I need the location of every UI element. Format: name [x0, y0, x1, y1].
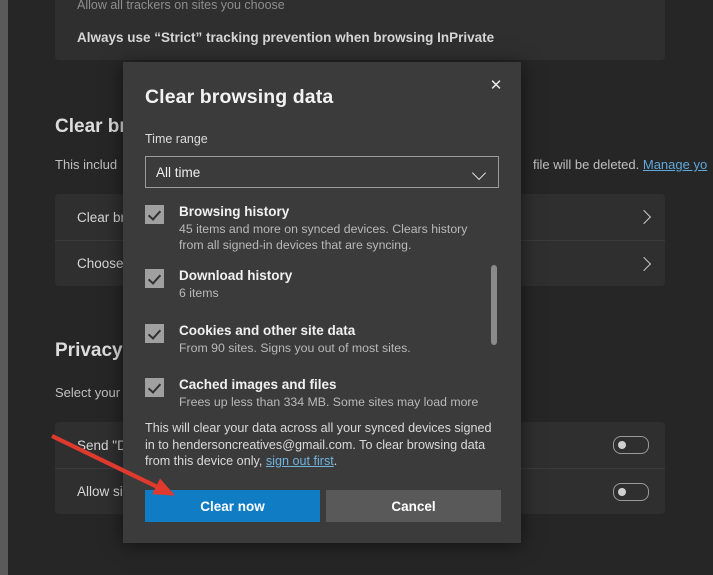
- clear-browsing-data-description-left: This includ: [55, 157, 118, 172]
- row-label: Allow si: [77, 484, 123, 499]
- sign-out-first-link[interactable]: sign out first: [266, 454, 334, 468]
- option-cached-images-and-files[interactable]: Cached images and files Frees up less th…: [145, 376, 485, 411]
- left-rail: [0, 0, 8, 575]
- sync-notice-part2: .: [333, 454, 338, 468]
- option-title: Browsing history: [179, 204, 290, 219]
- option-description: 6 items: [179, 286, 219, 300]
- description-right-text: file will be deleted.: [533, 157, 640, 172]
- close-icon[interactable]: ✕: [479, 70, 513, 100]
- clear-browsing-data-description-right: file will be deleted. Manage yo: [533, 157, 707, 172]
- option-description: Frees up less than 334 MB. Some sites ma…: [179, 395, 479, 409]
- option-title: Download history: [179, 268, 293, 283]
- chevron-down-icon: [471, 165, 487, 181]
- checkbox-cached-images-and-files[interactable]: [145, 378, 164, 397]
- time-range-value: All time: [156, 164, 201, 180]
- clear-now-button[interactable]: Clear now: [145, 490, 320, 522]
- payment-methods-toggle[interactable]: [613, 482, 649, 501]
- checkbox-download-history[interactable]: [145, 269, 164, 288]
- privacy-heading: Privacy: [55, 340, 123, 361]
- tracking-strict-inprivate-label: Always use “Strict” tracking prevention …: [77, 30, 495, 45]
- chevron-right-icon: [636, 209, 652, 225]
- sync-notice: This will clear your data across all you…: [145, 420, 503, 470]
- option-cookies-and-other-site-data[interactable]: Cookies and other site data From 90 site…: [145, 322, 485, 357]
- time-range-label: Time range: [145, 132, 208, 146]
- clear-browsing-data-dialog: ✕ Clear browsing data Time range All tim…: [123, 62, 521, 543]
- option-browsing-history[interactable]: Browsing history 45 items and more on sy…: [145, 203, 485, 253]
- do-not-track-toggle[interactable]: [613, 436, 649, 454]
- tracking-prevention-card: Allow all trackers on sites you choose A…: [55, 0, 665, 60]
- row-label: Choose: [77, 256, 124, 271]
- manage-your-data-link[interactable]: Manage yo: [643, 157, 707, 172]
- list-scrollbar-thumb[interactable]: [491, 265, 497, 345]
- dialog-title: Clear browsing data: [145, 86, 334, 108]
- option-description: From 90 sites. Signs you out of most sit…: [179, 340, 411, 355]
- row-label: Clear br: [77, 209, 126, 225]
- tracking-allow-label: Allow all trackers on sites you choose: [77, 0, 285, 12]
- privacy-description: Select your: [55, 385, 121, 400]
- row-label: Send "D: [77, 437, 127, 453]
- dialog-button-row: Clear now Cancel: [145, 490, 501, 522]
- option-title: Cached images and files: [179, 377, 337, 392]
- chevron-right-icon: [636, 256, 652, 271]
- option-description: 45 items and more on synced devices. Cle…: [179, 222, 468, 252]
- cancel-button[interactable]: Cancel: [326, 490, 501, 522]
- clear-browsing-data-heading: Clear br: [55, 116, 127, 137]
- checkbox-cookies-and-other-site-data[interactable]: [145, 323, 164, 343]
- option-title: Cookies and other site data: [179, 322, 356, 338]
- time-range-select[interactable]: All time: [145, 156, 499, 188]
- checkbox-browsing-history[interactable]: [145, 205, 164, 224]
- option-download-history[interactable]: Download history 6 items: [145, 267, 485, 302]
